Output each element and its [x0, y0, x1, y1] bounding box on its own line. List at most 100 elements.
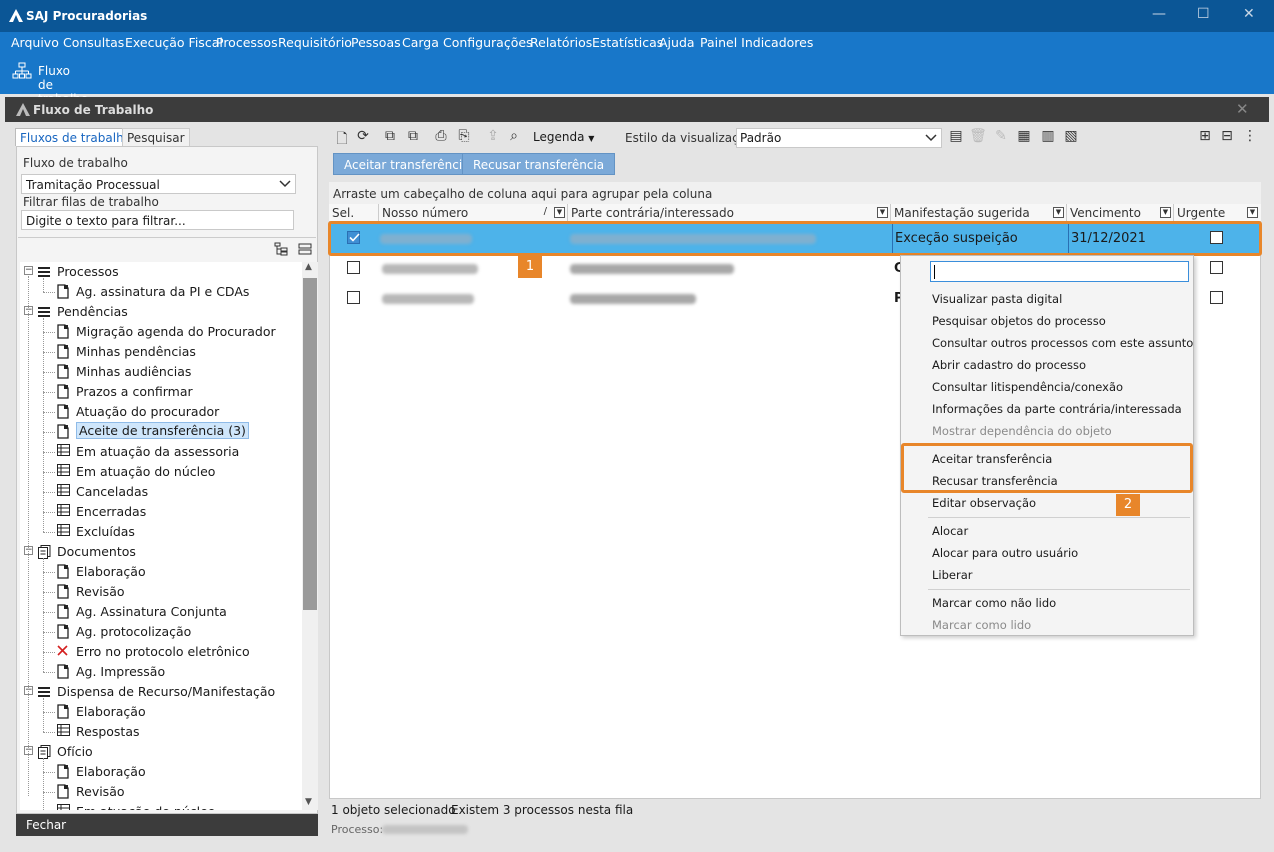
col-header-label: Parte contrária/interessado [571, 206, 734, 220]
urgent-checkbox[interactable] [1210, 291, 1223, 304]
menu-separator [928, 517, 1190, 518]
tree-item-label: Migração agenda do Procurador [76, 324, 276, 339]
menu-item-configura-es[interactable]: Configurações [443, 35, 533, 50]
tree-connector [43, 712, 55, 713]
menu-separator [928, 589, 1190, 590]
menu-item-arquivo[interactable]: Arquivo [11, 35, 59, 50]
tree-connector [43, 732, 55, 733]
tab-search[interactable]: Pesquisar [122, 128, 190, 146]
row-checkbox[interactable] [347, 291, 360, 304]
group-by-area[interactable]: Arraste um cabeçalho de coluna aqui para… [329, 182, 1261, 204]
menu-item-painel-indicadores[interactable]: Painel Indicadores [700, 35, 813, 50]
tree-item-label: Ofício [57, 744, 93, 759]
accept-transfer-button[interactable]: Aceitar transferência [333, 153, 481, 175]
tree-connector [43, 612, 55, 613]
urgent-checkbox[interactable] [1210, 261, 1223, 274]
expand-all-icon[interactable] [274, 242, 288, 256]
collapse-all-icon[interactable] [298, 243, 312, 255]
scroll-up-icon[interactable]: ▲ [305, 262, 312, 272]
filter-input[interactable]: Digite o texto para filtrar... [21, 210, 294, 230]
redacted-number [382, 264, 478, 274]
col-header-manifestacao[interactable]: Manifestação sugerida ▼ [891, 204, 1067, 222]
context-menu-item[interactable]: Informações da parte contrária/interessa… [932, 402, 1182, 416]
excel-icon[interactable]: ▦ [1015, 128, 1033, 146]
tree-item-label: Revisão [76, 584, 125, 599]
menu-item-requisit-rio[interactable]: Requisitório [278, 35, 352, 50]
menu-item-execu-o-fiscal[interactable]: Execução Fiscal [125, 35, 223, 50]
context-menu-item[interactable]: Alocar para outro usuário [932, 546, 1078, 560]
copy-icon[interactable]: ⧉ [381, 128, 399, 146]
row-checkbox[interactable] [347, 261, 360, 274]
document-icon [57, 664, 69, 682]
menu-item-ajuda[interactable]: Ajuda [659, 35, 695, 50]
scrollbar-thumb[interactable] [303, 278, 317, 610]
tree-connector [43, 432, 55, 433]
context-menu-item[interactable]: Editar observação [932, 496, 1036, 510]
filter-dropdown-icon[interactable]: ▼ [1053, 207, 1064, 218]
menu-item-processos[interactable]: Processos [216, 35, 278, 50]
scroll-down-icon[interactable]: ▼ [305, 797, 312, 807]
duplicate-icon[interactable]: ⧉ [404, 128, 422, 146]
context-menu-item[interactable]: Abrir cadastro do processo [932, 358, 1086, 372]
collapse-toggle-icon[interactable]: − [24, 266, 33, 275]
report-icon[interactable]: ▥ [1039, 128, 1057, 146]
status-selected: 1 objeto selecionado [331, 803, 456, 817]
context-menu-item[interactable]: Marcar como não lido [932, 596, 1056, 610]
export-icon[interactable]: ⎘ [455, 128, 473, 146]
close-window-button[interactable]: ✕ [1243, 6, 1255, 22]
menu-item-consultas[interactable]: Consultas [63, 35, 124, 50]
view-style-select[interactable]: Padrão [736, 128, 942, 148]
col-header-vencimento[interactable]: Vencimento ▼ [1067, 204, 1174, 222]
context-menu-item[interactable]: Liberar [932, 568, 972, 582]
refresh-icon[interactable]: ⟳ [354, 128, 372, 146]
context-menu-search-input[interactable] [930, 261, 1189, 282]
tree-item-label: Atuação do procurador [76, 404, 220, 419]
context-menu-item[interactable]: Pesquisar objetos do processo [932, 314, 1106, 328]
menu-item-pessoas[interactable]: Pessoas [351, 35, 401, 50]
menu-item-carga[interactable]: Carga [402, 35, 439, 50]
minimize-button[interactable]: — [1152, 6, 1166, 22]
filter-dropdown-icon[interactable]: ▼ [1160, 207, 1171, 218]
inner-close-button[interactable]: ✕ [1236, 100, 1249, 118]
filter-dropdown-icon[interactable]: ▼ [877, 207, 888, 218]
layout-icon[interactable]: ▧ [1062, 128, 1080, 146]
menu-item-estat-sticas[interactable]: Estatísticas [592, 35, 663, 50]
tree-item-label: Em atuação da assessoria [76, 444, 240, 459]
menu-item-relat-rios[interactable]: Relatórios [530, 35, 592, 50]
print-icon[interactable]: ⎙ [432, 128, 450, 146]
tree-item-label: Pendências [57, 304, 128, 319]
tree-item-label: Respostas [76, 724, 140, 739]
status-process-label: Processo: [331, 823, 384, 836]
document-icon [57, 324, 69, 342]
close-button[interactable]: Fechar [16, 814, 318, 836]
tree-view-icon[interactable]: ⋮ [1241, 128, 1259, 146]
col-header-parte[interactable]: Parte contrária/interessado ▼ [568, 204, 891, 222]
context-menu-item[interactable]: Alocar [932, 524, 968, 538]
context-menu-item[interactable]: Consultar outros processos com este assu… [932, 336, 1193, 350]
tree-scrollbar[interactable]: ▲ ▼ [302, 262, 318, 810]
save-view-icon[interactable]: ▤ [947, 128, 965, 146]
reject-transfer-button[interactable]: Recusar transferência [462, 153, 616, 175]
app-titlebar: SAJ Procuradorias — ☐ ✕ [0, 0, 1274, 32]
context-menu-item[interactable]: Consultar litispendência/conexão [932, 380, 1123, 394]
search-people-icon[interactable]: ⌕ [505, 128, 523, 146]
tree-item-label: Elaboração [76, 764, 146, 779]
tree-item-label: Processos [57, 264, 119, 279]
legend-dropdown[interactable]: Legenda ▼ [533, 130, 594, 144]
collapse-groups-icon[interactable]: ⊟ [1218, 128, 1236, 146]
context-menu-item[interactable]: Visualizar pasta digital [932, 292, 1062, 306]
maximize-button[interactable]: ☐ [1197, 6, 1210, 22]
new-document-icon[interactable]: 🗋 [333, 128, 351, 147]
col-header-nosso-numero[interactable]: Nosso número / ▼ [379, 204, 568, 222]
col-header-urgente[interactable]: Urgente ▼ [1174, 204, 1260, 222]
expand-groups-icon[interactable]: ⊞ [1196, 128, 1214, 146]
col-header-sel[interactable]: Sel. [329, 204, 379, 222]
chevron-down-icon [279, 180, 291, 188]
tab-workflows[interactable]: Fluxos de trabalho [15, 128, 137, 146]
filter-dropdown-icon[interactable]: ▼ [1247, 207, 1258, 218]
filter-dropdown-icon[interactable]: ▼ [554, 207, 565, 218]
document-icon [57, 404, 69, 422]
list-icon [38, 265, 50, 280]
workflow-select[interactable]: Tramitação Processual [21, 174, 296, 194]
tree-connector [43, 352, 55, 353]
